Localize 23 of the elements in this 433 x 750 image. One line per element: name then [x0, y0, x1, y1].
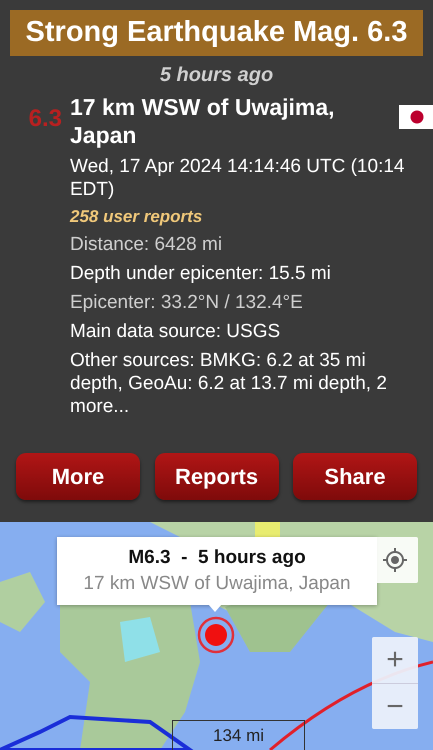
- zoom-out-button[interactable]: −: [372, 683, 418, 729]
- user-reports-link[interactable]: 258 user reports: [70, 207, 415, 227]
- zoom-in-button[interactable]: +: [372, 637, 418, 683]
- action-button[interactable]: Share: [293, 453, 417, 500]
- detail-text: Depth under epicenter: 15.5 mi: [70, 262, 332, 285]
- locate-icon: [382, 547, 408, 573]
- location-title: 17 km WSW of Uwajima, Japan: [70, 93, 336, 149]
- popup-title: M6.3 - 5 hours ago: [128, 547, 306, 569]
- locate-button[interactable]: [372, 537, 418, 583]
- action-button[interactable]: Reports: [154, 453, 278, 500]
- time-ago: 5 hours ago: [158, 64, 274, 87]
- magnitude: 6.3: [28, 104, 63, 133]
- popup-subtitle: 17 km WSW of Uwajima, Japan: [83, 573, 351, 595]
- detail-text: Epicenter: 33.2°N / 132.4°E: [70, 291, 304, 314]
- event-datetime: Wed, 17 Apr 2024 14:14:46 UTC (10:14 EDT): [70, 155, 406, 201]
- epicenter-marker-icon: [196, 615, 236, 655]
- detail-text: Main data source: USGS: [70, 320, 282, 343]
- alert-title: Strong Earthquake Mag. 6.3: [10, 10, 423, 56]
- scale-bar: 134 mi: [172, 720, 305, 750]
- detail-text: Distance: 6428 mi: [70, 233, 224, 256]
- detail-text: Other sources: BMKG: 6.2 at 35 mi depth, GeoAu: 6.2 at 13.7 mi depth, 2 more...: [70, 349, 388, 418]
- flag-icon: [399, 105, 433, 129]
- action-button[interactable]: More: [16, 453, 140, 500]
